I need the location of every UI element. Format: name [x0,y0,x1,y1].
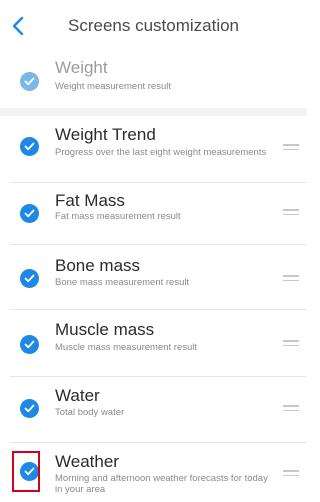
item-title: Bone mass [55,256,141,275]
drag-handle-icon[interactable] [283,275,299,285]
list-item-muscle-mass[interactable]: Muscle mass Muscle mass measurement resu… [0,310,307,376]
item-title: Fat Mass [55,191,125,210]
drag-handle-icon[interactable] [283,405,299,415]
item-title: Weight [55,58,108,77]
list-item-water[interactable]: Water Total body water [0,377,307,442]
check-icon[interactable] [20,269,39,288]
item-description: Weight measurement result [55,81,171,92]
list-item-fat-mass[interactable]: Fat Mass Fat mass measurement result [0,183,307,244]
item-description: Fat mass measurement result [55,211,181,222]
item-title: Muscle mass [55,320,155,339]
item-description: Progress over the last eight weight meas… [55,147,267,158]
drag-handle-icon[interactable] [283,340,299,350]
drag-handle-icon[interactable] [283,470,299,480]
fixed-item-weight[interactable]: Weight Weight measurement result [0,52,307,108]
list-item-bone-mass[interactable]: Bone mass Bone mass measurement result [0,245,307,309]
check-icon[interactable] [20,399,39,418]
item-description: Muscle mass measurement result [55,342,198,353]
highlight-box [12,451,40,492]
item-description: Total body water [55,407,125,418]
item-title: Water [55,386,100,405]
item-description: Morning and afternoon weather forecasts … [55,473,268,495]
drag-handle-icon[interactable] [283,209,299,219]
drag-handle-icon[interactable] [283,144,299,154]
list-item-weather[interactable]: Weather Morning and afternoon weather fo… [0,443,307,502]
section-divider [0,108,307,116]
item-title: Weight Trend [55,125,156,144]
check-icon[interactable] [20,204,39,223]
screens-customization-screen: Screens customization Weight Weight meas… [0,0,307,502]
item-description: Bone mass measurement result [55,277,190,288]
check-icon[interactable] [20,335,39,354]
check-icon[interactable] [20,137,39,156]
item-title: Weather [55,452,119,471]
page-title: Screens customization [67,16,240,35]
header: Screens customization [0,0,307,52]
check-icon[interactable] [20,72,39,91]
list-item-weight-trend[interactable]: Weight Trend Progress over the last eigh… [0,116,307,182]
